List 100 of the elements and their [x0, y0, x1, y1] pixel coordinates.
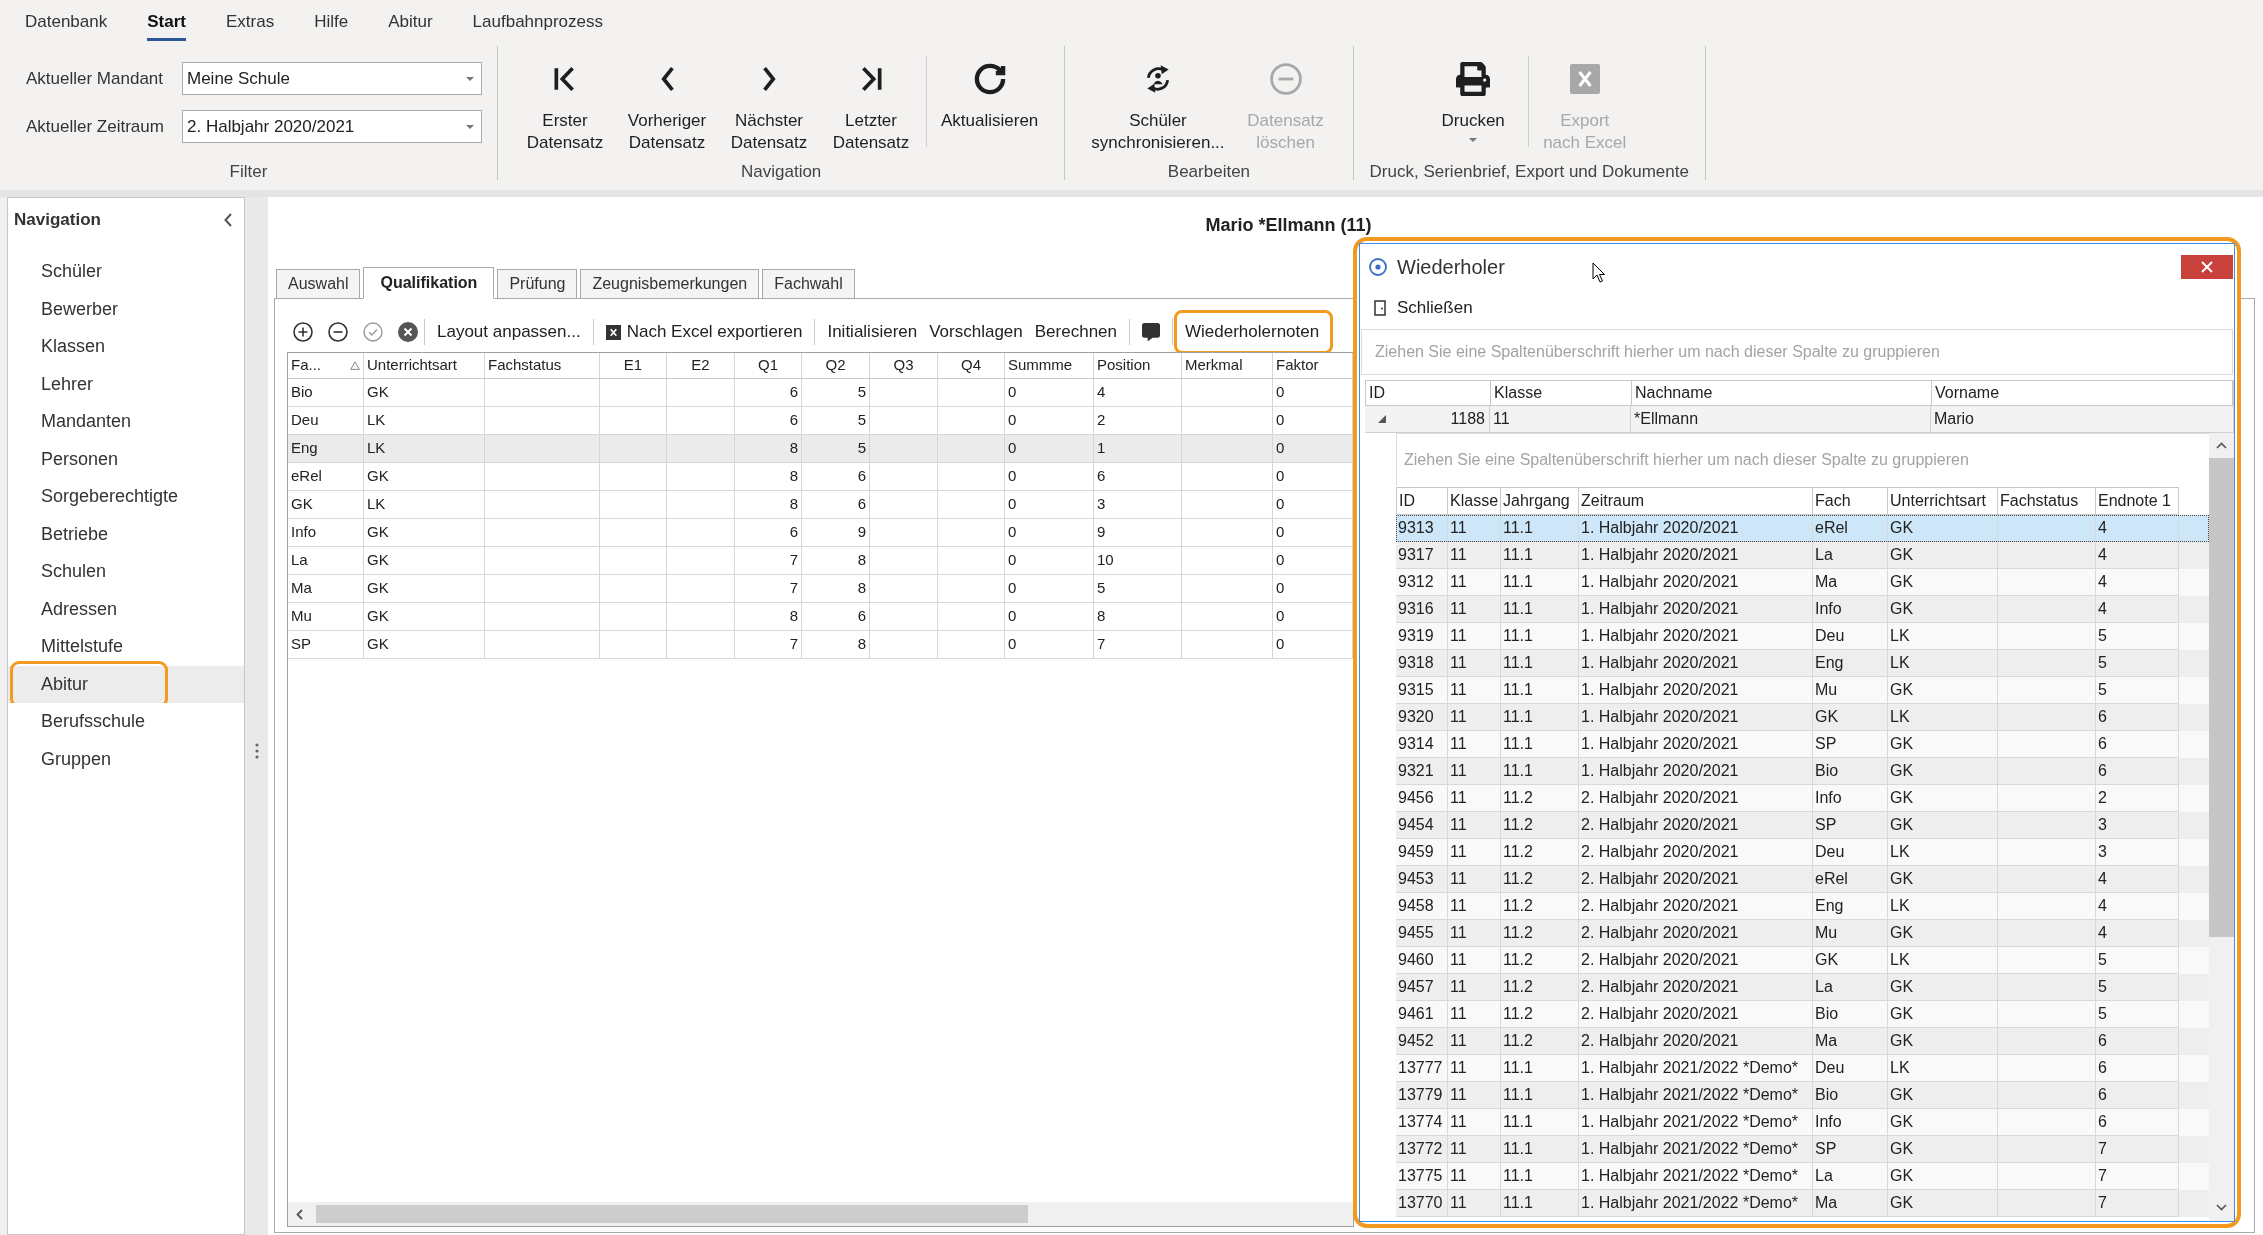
menu-tab[interactable]: Hilfe — [294, 0, 369, 44]
last-record-button[interactable]: Letzter Datensatz — [820, 44, 922, 161]
table-row[interactable]: 9313 11 11.1 1. Halbjahr 2020/2021 eRel GK 4 — [1396, 515, 2209, 542]
print-button[interactable]: Drucken — [1422, 44, 1525, 161]
table-row[interactable]: 9318 11 11.1 1. Halbjahr 2020/2021 Eng LK 5 — [1396, 650, 2209, 677]
column-header[interactable]: E2 — [691, 354, 710, 377]
refresh-button[interactable]: Aktualisieren — [931, 44, 1049, 161]
chevron-left-icon[interactable] — [296, 1208, 303, 1220]
horizontal-scrollbar[interactable] — [288, 1202, 1353, 1226]
tab[interactable]: Auswahl — [276, 269, 361, 298]
table-row[interactable]: 9312 11 11.1 1. Halbjahr 2020/2021 Ma GK 4 — [1396, 569, 2209, 596]
next-record-button[interactable]: Nächster Datensatz — [718, 44, 820, 161]
table-row[interactable]: 9455 11 11.2 2. Halbjahr 2020/2021 Mu GK 4 — [1396, 920, 2209, 947]
chevron-down-icon[interactable] — [2216, 1204, 2227, 1211]
table-row[interactable]: La GK 7 8 0 10 0 — [288, 547, 1353, 575]
table-row[interactable]: 9457 11 11.2 2. Halbjahr 2020/2021 La GK 5 — [1396, 974, 2209, 1001]
menu-tab[interactable]: Extras — [205, 0, 295, 44]
scrollbar-thumb[interactable] — [2209, 458, 2234, 937]
column-header[interactable]: Nachname — [1632, 381, 1932, 405]
table-row[interactable]: Deu LK 6 5 0 2 0 — [288, 407, 1353, 435]
first-record-button[interactable]: Erster Datensatz — [514, 44, 616, 161]
table-row[interactable]: 9453 11 11.2 2. Halbjahr 2020/2021 eRel GK 4 — [1396, 866, 2209, 893]
tab[interactable]: Zeugnisbemerkungen — [580, 269, 760, 298]
column-header[interactable]: Zeitraum — [1579, 487, 1813, 515]
chevron-left-icon[interactable] — [224, 212, 232, 227]
column-header[interactable]: Unterrichtsart — [367, 354, 458, 377]
table-row[interactable]: 9320 11 11.1 1. Halbjahr 2020/2021 GK LK 6 — [1396, 704, 2209, 731]
tab[interactable]: Qualifikation — [363, 267, 495, 299]
column-header[interactable]: ID — [1396, 487, 1448, 515]
table-row[interactable]: Info GK 6 9 0 9 0 — [288, 519, 1353, 547]
menu-tab[interactable]: Abitur — [368, 0, 453, 44]
close-dialog-button[interactable]: Schließen — [1374, 294, 1473, 321]
column-header[interactable]: Fa... — [291, 354, 321, 377]
table-row[interactable]: SP GK 7 8 0 7 0 — [288, 631, 1353, 659]
speech-bubble-icon[interactable] — [1142, 323, 1160, 341]
table-row[interactable]: 9316 11 11.1 1. Halbjahr 2020/2021 Info GK 4 — [1396, 596, 2209, 623]
drag-handle-icon[interactable] — [254, 743, 259, 759]
column-header[interactable]: Jahrgang — [1501, 487, 1579, 515]
table-row[interactable]: 13770 11 11.1 1. Halbjahr 2021/2022 *Demo* Ma GK 7 — [1396, 1190, 2209, 1217]
toolbar-button[interactable]: Vorschlagen — [923, 317, 1029, 347]
scrollbar-thumb[interactable] — [316, 1205, 1028, 1223]
sync-button[interactable]: Schüler synchronisieren... — [1081, 44, 1235, 161]
table-row[interactable]: 9460 11 11.2 2. Halbjahr 2020/2021 GK LK 5 — [1396, 947, 2209, 974]
column-header[interactable]: Position — [1097, 354, 1151, 377]
table-row[interactable]: 9315 11 11.1 1. Halbjahr 2020/2021 Mu GK 5 — [1396, 677, 2209, 704]
tab[interactable]: Fachwahl — [762, 269, 855, 298]
table-row[interactable]: Ma GK 7 8 0 5 0 — [288, 575, 1353, 603]
table-row[interactable]: 9461 11 11.2 2. Halbjahr 2020/2021 Bio GK 5 — [1396, 1001, 2209, 1028]
close-button[interactable] — [2181, 255, 2233, 279]
circle-minus-icon[interactable] — [328, 322, 348, 342]
toolbar-button[interactable]: Wiederholernoten — [1179, 317, 1326, 347]
column-header[interactable]: Merkmal — [1185, 354, 1243, 377]
table-row[interactable]: 9459 11 11.2 2. Halbjahr 2020/2021 Deu LK 3 — [1396, 839, 2209, 866]
menu-tab[interactable]: Laufbahnprozess — [452, 0, 624, 44]
column-header[interactable]: Vorname — [1932, 381, 2233, 405]
column-header[interactable]: Q1 — [758, 354, 778, 377]
column-header[interactable]: Q4 — [961, 354, 981, 377]
column-header[interactable]: Fachstatus — [488, 354, 562, 377]
table-row[interactable]: Eng LK 8 5 0 1 0 — [288, 435, 1353, 463]
column-header[interactable]: Q2 — [825, 354, 846, 377]
table-row[interactable]: 9458 11 11.2 2. Halbjahr 2020/2021 Eng LK 4 — [1396, 893, 2209, 920]
previous-record-button[interactable]: Vorheriger Datensatz — [616, 44, 718, 161]
toolbar-button[interactable]: Layout anpassen... — [431, 317, 587, 347]
export-button[interactable]: Nach Excel exportieren — [599, 317, 809, 347]
column-header[interactable]: Faktor — [1276, 354, 1319, 377]
table-row[interactable]: 9321 11 11.1 1. Halbjahr 2020/2021 Bio GK 6 — [1396, 758, 2209, 785]
table-row[interactable]: 13772 11 11.1 1. Halbjahr 2021/2022 *Demo* SP GK 7 — [1396, 1136, 2209, 1163]
menu-tab[interactable]: Start — [127, 0, 206, 44]
column-header[interactable]: Fach — [1813, 487, 1888, 515]
table-row[interactable]: GK LK 8 6 0 3 0 — [288, 491, 1353, 519]
column-header[interactable]: Fachstatus — [1998, 487, 2096, 515]
table-row[interactable]: 9314 11 11.1 1. Halbjahr 2020/2021 SP GK 6 — [1396, 731, 2209, 758]
column-header[interactable]: Klasse — [1448, 487, 1501, 515]
vertical-scrollbar[interactable] — [2209, 433, 2234, 1221]
toolbar-button[interactable]: Berechnen — [1028, 317, 1123, 347]
table-row[interactable]: Bio GK 6 5 0 4 0 — [288, 379, 1353, 407]
circle-x-icon[interactable] — [398, 322, 418, 342]
dropdown-field[interactable]: Meine Schule — [182, 62, 482, 95]
table-row[interactable]: 13774 11 11.1 1. Halbjahr 2021/2022 *Demo* Info GK 6 — [1396, 1109, 2209, 1136]
table-row[interactable]: 9452 11 11.2 2. Halbjahr 2020/2021 Ma GK 6 — [1396, 1028, 2209, 1055]
toolbar-button[interactable]: Initialisieren — [821, 317, 924, 347]
table-row[interactable]: 13777 11 11.1 1. Halbjahr 2021/2022 *Demo* Deu LK 6 — [1396, 1055, 2209, 1082]
column-header[interactable]: Q3 — [893, 354, 914, 377]
column-header[interactable]: Klasse — [1491, 381, 1632, 405]
table-row[interactable]: 13775 11 11.1 1. Halbjahr 2021/2022 *Demo* La GK 7 — [1396, 1163, 2209, 1190]
table-row[interactable]: eRel GK 8 6 0 6 0 — [288, 463, 1353, 491]
table-row[interactable]: 9319 11 11.1 1. Halbjahr 2020/2021 Deu LK 5 — [1396, 623, 2209, 650]
chevron-up-icon[interactable] — [2216, 442, 2227, 449]
table-row[interactable]: 9456 11 11.2 2. Halbjahr 2020/2021 Info GK 2 — [1396, 785, 2209, 812]
dropdown-field[interactable]: 2. Halbjahr 2020/2021 — [182, 110, 482, 143]
column-header[interactable]: Unterrichtsart — [1888, 487, 1998, 515]
column-header[interactable]: E1 — [623, 354, 643, 377]
expanded-triangle-icon[interactable] — [1378, 415, 1386, 423]
table-row[interactable]: 9317 11 11.1 1. Halbjahr 2020/2021 La GK 4 — [1396, 542, 2209, 569]
table-row[interactable]: 13779 11 11.1 1. Halbjahr 2021/2022 *Demo* Bio GK 6 — [1396, 1082, 2209, 1109]
tab[interactable]: Prüfung — [497, 269, 578, 298]
table-row[interactable]: Mu GK 8 6 0 8 0 — [288, 603, 1353, 631]
column-header[interactable]: Endnote 1 — [2096, 487, 2179, 515]
column-header[interactable]: Summme — [1008, 354, 1073, 377]
table-row[interactable]: 9454 11 11.2 2. Halbjahr 2020/2021 SP GK 3 — [1396, 812, 2209, 839]
